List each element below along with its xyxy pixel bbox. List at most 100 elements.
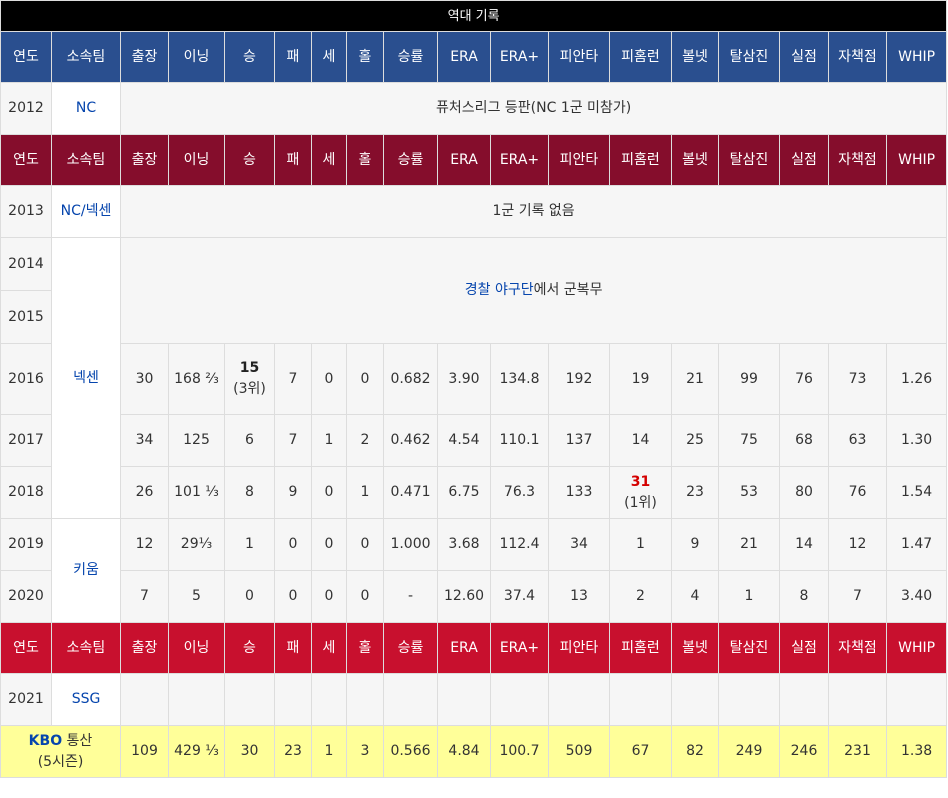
team-cell: 넥센	[51, 237, 121, 519]
header-walks: 볼넷	[671, 622, 719, 674]
header-losses: 패	[274, 134, 312, 186]
win-pct-cell: 1.000	[383, 518, 438, 571]
hits-cell: 137	[548, 414, 610, 467]
header-hits: 피안타	[548, 622, 610, 674]
year-cell: 2020	[0, 570, 52, 623]
earned-runs-cell: 231	[828, 725, 887, 778]
team-cell: 키움	[51, 518, 121, 623]
empty-cell	[718, 673, 780, 726]
win-pct-cell: 0.462	[383, 414, 438, 467]
header-saves: 세	[311, 31, 347, 83]
career-total-label-cell: KBO 통산 (5시즌)	[0, 725, 121, 778]
header-hits: 피안타	[548, 31, 610, 83]
games-cell: 30	[120, 343, 169, 415]
header-win-pct: 승률	[383, 31, 438, 83]
header-row: 연도 소속팀 출장 이닝 승 패 세 홀 승률 ERA ERA+ 피안타 피홈런…	[0, 134, 948, 186]
whip-cell: 1.38	[885, 725, 948, 778]
hits-cell: 133	[548, 466, 610, 519]
games-cell: 34	[120, 414, 169, 467]
year-cell: 2019	[0, 518, 52, 571]
header-team: 소속팀	[51, 31, 121, 83]
era-plus-cell: 110.1	[490, 414, 549, 467]
empty-cell	[671, 673, 719, 726]
header-games: 출장	[120, 31, 169, 83]
walks-cell: 21	[671, 343, 719, 415]
earned-runs-cell: 7	[828, 570, 887, 623]
team-link[interactable]: 키움	[73, 562, 99, 578]
era-plus-cell: 37.4	[490, 570, 549, 623]
header-win-pct: 승률	[383, 134, 438, 186]
header-team: 소속팀	[51, 134, 121, 186]
header-home-runs: 피홈런	[609, 622, 672, 674]
kbo-link[interactable]: KBO	[29, 733, 62, 749]
year-cell: 2014	[0, 237, 52, 291]
note-cell: 퓨처스리그 등판(NC 1군 미참가)	[119, 82, 948, 135]
games-cell: 26	[120, 466, 169, 519]
era-plus-cell: 100.7	[490, 725, 549, 778]
hits-cell: 13	[548, 570, 610, 623]
strikeouts-cell: 53	[718, 466, 780, 519]
runs-cell: 80	[779, 466, 829, 519]
header-losses: 패	[274, 622, 312, 674]
walks-cell: 23	[671, 466, 719, 519]
table-row: 2013 NC/넥센 1군 기록 없음	[0, 185, 948, 238]
team-link[interactable]: NC	[76, 100, 96, 116]
year-cell: 2018	[0, 466, 52, 519]
team-link[interactable]: NC/넥센	[61, 203, 112, 219]
header-wins: 승	[224, 622, 275, 674]
games-cell: 12	[120, 518, 169, 571]
runs-cell: 246	[779, 725, 829, 778]
empty-cell	[168, 673, 225, 726]
header-team: 소속팀	[51, 622, 121, 674]
walks-cell: 9	[671, 518, 719, 571]
note-cell: 1군 기록 없음	[119, 185, 948, 238]
table-row: 2019 키움 12 29⅓ 1 0 0 0 1.000 3.68 112.4 …	[0, 518, 948, 623]
empty-cell	[490, 673, 549, 726]
era-plus-cell: 76.3	[490, 466, 549, 519]
empty-cell	[311, 673, 347, 726]
holds-cell: 0	[346, 570, 384, 623]
empty-cell	[548, 673, 610, 726]
innings-cell: 29⅓	[168, 518, 225, 571]
games-cell: 109	[120, 725, 169, 778]
losses-cell: 7	[274, 414, 312, 467]
earned-runs-cell: 76	[828, 466, 887, 519]
military-note-cell: 경찰 야구단에서 군복무	[119, 237, 948, 344]
era-cell: 4.84	[437, 725, 491, 778]
career-stats-table: 역대 기록 연도 소속팀 출장 이닝 승 패 세 홀 승률 ERA ERA+ 피…	[0, 0, 948, 778]
header-holds: 홀	[346, 622, 384, 674]
header-win-pct: 승률	[383, 622, 438, 674]
team-link[interactable]: 넥센	[73, 370, 99, 386]
team-link[interactable]: SSG	[72, 691, 101, 707]
earned-runs-cell: 63	[828, 414, 887, 467]
empty-cell	[383, 673, 438, 726]
win-pct-cell: 0.471	[383, 466, 438, 519]
losses-cell: 9	[274, 466, 312, 519]
header-earned-runs: 자책점	[828, 134, 887, 186]
empty-cell	[224, 673, 275, 726]
table-row: 2021 SSG	[0, 673, 948, 726]
table-row: 2016 30 168 ⅔ 15 (3위) 7 0 0 0.682 3.90 13…	[0, 343, 948, 415]
wins-cell: 1	[224, 518, 275, 571]
strikeouts-cell: 75	[718, 414, 780, 467]
whip-cell: 3.40	[885, 570, 948, 623]
wins-cell: 8	[224, 466, 275, 519]
home-runs-cell: 2	[609, 570, 672, 623]
header-year: 연도	[0, 134, 52, 186]
empty-cell	[885, 673, 948, 726]
walks-cell: 25	[671, 414, 719, 467]
whip-cell: 1.30	[885, 414, 948, 467]
empty-cell	[120, 673, 169, 726]
header-losses: 패	[274, 31, 312, 83]
header-strikeouts: 탈삼진	[718, 622, 780, 674]
header-row: 연도 소속팀 출장 이닝 승 패 세 홀 승률 ERA ERA+ 피안타 피홈런…	[0, 622, 948, 674]
innings-cell: 168 ⅔	[168, 343, 225, 415]
header-era-plus: ERA+	[490, 31, 549, 83]
strikeouts-cell: 249	[718, 725, 780, 778]
police-baseball-link[interactable]: 경찰 야구단	[465, 282, 534, 298]
runs-cell: 14	[779, 518, 829, 571]
hits-cell: 192	[548, 343, 610, 415]
military-note-text: 에서 군복무	[533, 282, 603, 298]
holds-cell: 0	[346, 343, 384, 415]
header-games: 출장	[120, 622, 169, 674]
